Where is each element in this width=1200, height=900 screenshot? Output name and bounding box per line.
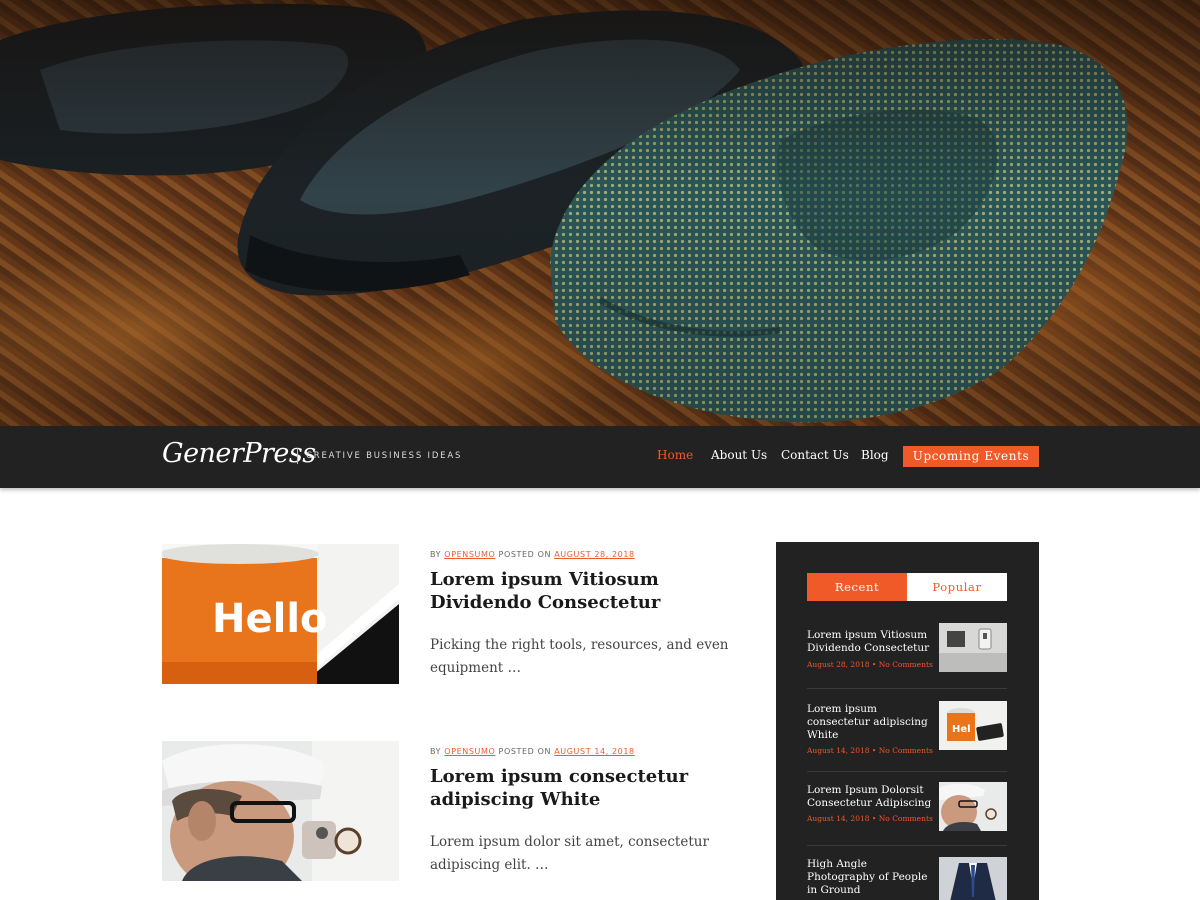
widget-divider <box>807 771 1007 772</box>
widget-item-comments[interactable]: No Comments <box>879 660 933 669</box>
post-excerpt: Lorem ipsum dolor sit amet, consectetur … <box>430 834 709 873</box>
widget-item-meta: August 28, 2018 • No Comments <box>807 660 933 669</box>
mug-photo: Hello <box>162 544 399 684</box>
widget-item-meta: August 14, 2018 • No Comments <box>807 746 933 755</box>
widget-item-title[interactable]: High Angle Photography of People in Grou… <box>807 858 937 897</box>
site-header: GenerPress Creative Business Ideas Home … <box>0 426 1200 488</box>
post-author-link[interactable]: OPENSUMO <box>444 550 495 559</box>
suit-photo <box>939 857 1007 900</box>
nav-item-home[interactable]: Home <box>657 448 693 462</box>
upcoming-events-button[interactable]: Upcoming Events <box>903 446 1039 467</box>
widget-item-title[interactable]: Lorem ipsum consectetur adipiscing White <box>807 703 932 742</box>
worker-photo-small <box>939 782 1007 831</box>
widget-item-title[interactable]: Lorem Ipsum Dolorsit Consectetur Adipisc… <box>807 784 932 810</box>
widget-tabs: Recent Popular <box>807 573 1007 601</box>
meta-posted-label: POSTED ON <box>498 550 552 559</box>
tab-recent[interactable]: Recent <box>807 573 907 601</box>
widget-item-thumbnail[interactable] <box>939 782 1007 831</box>
meta-by-label: BY <box>430 747 442 756</box>
widget-item-comments[interactable]: No Comments <box>879 814 933 823</box>
post-author-link[interactable]: OPENSUMO <box>444 747 495 756</box>
widget-item-date: August 14, 2018 <box>807 746 870 755</box>
post-title[interactable]: Lorem ipsum consectetur adipiscing White <box>430 765 720 811</box>
nav-item-blog[interactable]: Blog <box>861 448 889 462</box>
widget-item-title[interactable]: Lorem ipsum Vitiosum Dividendo Consectet… <box>807 629 932 655</box>
post-meta: BY OPENSUMO POSTED ON AUGUST 14, 2018 <box>430 747 635 756</box>
mug-text: Hello <box>212 596 328 642</box>
widget-item-thumbnail[interactable] <box>939 623 1007 672</box>
post-card: Hello BY OPENSUMO POSTED ON AUGUST 28, 2… <box>162 544 729 694</box>
post-title[interactable]: Lorem ipsum Vitiosum Dividendo Consectet… <box>430 568 720 614</box>
meta-posted-label: POSTED ON <box>498 747 552 756</box>
svg-text:Hel: Hel <box>952 724 971 735</box>
widget-list-item: High Angle Photography of People in Grou… <box>807 857 1007 900</box>
hero-image <box>0 0 1200 426</box>
widget-item-thumbnail[interactable]: Hel <box>939 701 1007 750</box>
main-navigation: Home About Us Contact Us Blog Upcoming E… <box>0 446 1200 470</box>
post-excerpt: Picking the right tools, resources, and … <box>430 637 729 676</box>
widget-divider <box>807 845 1007 846</box>
meta-by-label: BY <box>430 550 442 559</box>
desk-photo <box>939 623 1007 672</box>
tab-popular[interactable]: Popular <box>907 573 1007 601</box>
post-card: BY OPENSUMO POSTED ON AUGUST 14, 2018 Lo… <box>162 741 722 891</box>
hero-overlay <box>0 0 1200 426</box>
post-thumbnail[interactable]: Hello <box>162 544 399 684</box>
post-thumbnail[interactable] <box>162 741 399 881</box>
post-date-link[interactable]: AUGUST 14, 2018 <box>554 747 635 756</box>
widget-divider <box>807 688 1007 689</box>
widget-list-item: Lorem Ipsum Dolorsit Consectetur Adipisc… <box>807 782 1007 846</box>
post-meta: BY OPENSUMO POSTED ON AUGUST 28, 2018 <box>430 550 635 559</box>
widget-list-item: Lorem ipsum consectetur adipiscing White… <box>807 701 1007 773</box>
widget-item-thumbnail[interactable] <box>939 857 1007 900</box>
widget-item-meta: August 14, 2018 • No Comments <box>807 814 933 823</box>
widget-item-date: August 14, 2018 <box>807 814 870 823</box>
widget-item-date: August 28, 2018 <box>807 660 870 669</box>
nav-item-contact-us[interactable]: Contact Us <box>781 448 849 462</box>
widget-item-comments[interactable]: No Comments <box>879 746 933 755</box>
widget-list-item: Lorem ipsum Vitiosum Dividendo Consectet… <box>807 623 1007 691</box>
worker-photo <box>162 741 399 881</box>
post-date-link[interactable]: AUGUST 28, 2018 <box>554 550 635 559</box>
sidebar-widget: Recent Popular Lorem ipsum Vitiosum Divi… <box>776 542 1039 900</box>
mug-phone-photo: Hel <box>939 701 1007 750</box>
nav-item-about-us[interactable]: About Us <box>711 448 767 462</box>
